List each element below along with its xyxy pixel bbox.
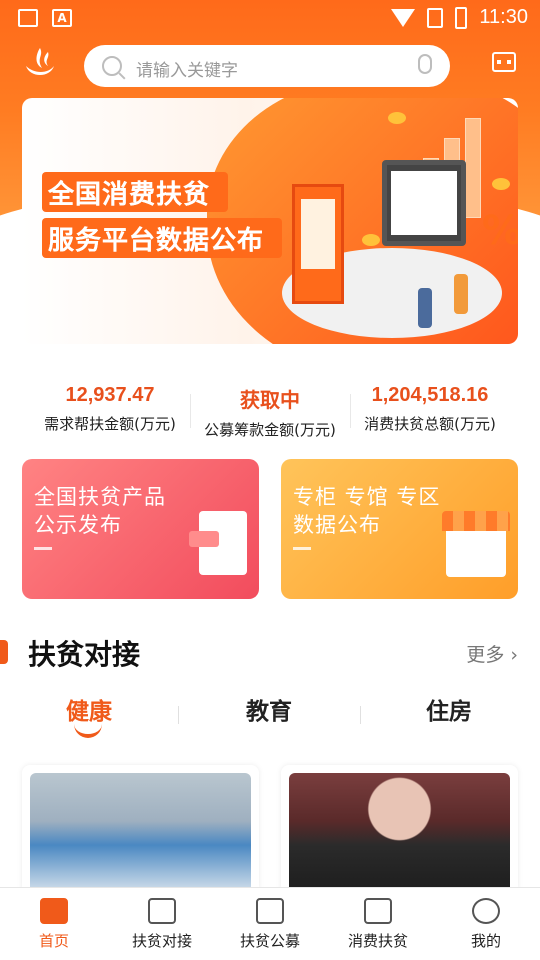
nav-consumption[interactable]: 消费扶贫 [324, 898, 432, 951]
stat-value: 1,204,518.16 [371, 384, 489, 406]
nav-fundraising[interactable]: 扶贫公募 [216, 898, 324, 951]
card-dash [34, 547, 52, 550]
stat-value: 12,937.47 [65, 384, 155, 406]
tab-education[interactable]: 教育 [246, 692, 292, 726]
stat-value: 获取中 [240, 390, 300, 412]
nav-label: 我的 [470, 932, 501, 950]
nav-profile[interactable]: 我的 [432, 898, 540, 951]
font-icon: A [52, 9, 72, 27]
no-sim-icon [427, 7, 444, 28]
person-photo [289, 773, 510, 893]
list-item[interactable] [281, 765, 518, 895]
banner-title-line2: 服务平台数据公布 [48, 226, 265, 256]
promo-banner[interactable]: 全国消费扶贫 服务平台数据公布 % [22, 98, 518, 344]
scan-icon[interactable] [492, 52, 516, 72]
card-title-line2: 公示发布 [34, 513, 122, 537]
stat-item: 1,204,518.16 消费扶贫总额(万元) [350, 384, 510, 434]
person-figure [418, 288, 432, 328]
stats-row: 12,937.47 需求帮扶金额(万元) 获取中 公募筹款金额(万元) 1,20… [0, 384, 540, 444]
document-tab [189, 531, 219, 547]
tab-housing[interactable]: 住房 [426, 692, 472, 726]
hospital-photo [30, 773, 251, 893]
stat-label: 公募筹款金额(万元) [204, 421, 336, 439]
divider [178, 706, 179, 724]
person-figure [454, 274, 468, 314]
card-title-line1: 专柜 专馆 专区 [293, 485, 441, 509]
stat-label: 消费扶贫总额(万元) [364, 415, 496, 433]
stat-item: 12,937.47 需求帮扶金额(万元) [30, 384, 190, 434]
wifi-icon [391, 8, 416, 27]
nav-label: 扶贫对接 [131, 932, 192, 950]
app-logo[interactable] [20, 44, 60, 84]
bottom-nav: 首页 扶贫对接 扶贫公募 消费扶贫 我的 [0, 887, 540, 960]
nav-label: 扶贫公募 [239, 932, 300, 950]
divider [360, 706, 361, 724]
shopping-bag-icon [364, 898, 392, 924]
status-bar: A 11:30 [0, 0, 540, 36]
clipboard-icon [256, 898, 284, 924]
battery-charging-icon [455, 6, 468, 29]
card-store-data[interactable]: 专柜 专馆 专区 数据公布 [281, 459, 518, 599]
app-screen: A 11:30 请输入关键字 全国消费扶贫 服务平台数据公布 12,937.47… [0, 0, 540, 960]
handshake-icon [148, 898, 176, 924]
card-title-line2: 数据公布 [293, 513, 381, 537]
nav-home[interactable]: 首页 [0, 898, 108, 951]
home-icon [40, 898, 68, 924]
card-dash [293, 547, 311, 550]
more-label: 更多 [466, 644, 505, 666]
banner-screen [382, 160, 466, 246]
user-icon [472, 898, 500, 924]
store-awning [442, 511, 510, 531]
chevron-right-icon: › [510, 644, 518, 666]
card-product-announcement[interactable]: 全国扶贫产品 公示发布 [22, 459, 259, 599]
stat-item: 获取中 公募筹款金额(万元) [190, 384, 350, 440]
vending-machine [292, 184, 344, 304]
stat-label: 需求帮扶金额(万元) [44, 415, 176, 433]
more-link[interactable]: 更多 › [466, 640, 518, 667]
microphone-icon[interactable] [418, 54, 432, 74]
banner-title-line1: 全国消费扶贫 [48, 180, 211, 210]
card-title-line1: 全国扶贫产品 [34, 485, 166, 509]
section-accent [0, 640, 8, 664]
status-time: 11:30 [479, 6, 528, 28]
list-item[interactable] [22, 765, 259, 895]
nav-label: 消费扶贫 [347, 932, 408, 950]
section-title: 扶贫对接 [28, 638, 141, 671]
search-icon [102, 56, 122, 76]
nav-label: 首页 [38, 932, 69, 950]
search-input[interactable]: 请输入关键字 [136, 56, 238, 81]
nav-matching[interactable]: 扶贫对接 [108, 898, 216, 951]
search-bar[interactable]: 请输入关键字 [84, 45, 450, 87]
top-bar: 请输入关键字 [0, 42, 540, 92]
percent-icon: % [482, 208, 518, 254]
tab-health[interactable]: 健康 [66, 692, 112, 726]
image-icon [18, 9, 38, 27]
